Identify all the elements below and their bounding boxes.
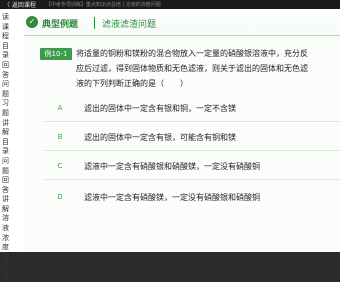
check-icon: ✓ (26, 16, 38, 28)
option-b: B 滤出的固体中一定含有银，可能含有铜和镁 (56, 131, 326, 145)
question-line: 应后过滤，得到固体物质和无色滤液，则关于滤出的固体和无色滤 (76, 64, 308, 73)
slide-title: 典型例题 (42, 20, 79, 30)
divider (44, 179, 340, 180)
option-text: 滤液中一定含有硝酸镁，一定没有硝酸银和硝酸铜 (84, 193, 260, 202)
option-text: 滤出的固体中一定含有银，可能含有铜和镁 (84, 133, 236, 142)
option-label: D (57, 193, 63, 201)
title-bar: 〈 返回课程 【中考专项训练】重点知识点总结 | 溶液的浓度问题 (0, 0, 340, 9)
option-label: B (57, 133, 63, 141)
option-d: D 滤液中一定含有硝酸镁，一定没有硝酸银和硝酸铜 (56, 191, 326, 205)
sidebar-text: 读课程目录回答问题习题讲解目录问题回答讲解溶液浓度题讲课 (2, 13, 9, 281)
header-divider (94, 17, 95, 29)
header-underline (24, 35, 340, 36)
slide-area: ✓ 典型例题 滤液滤渣问题 例10-1 将适量的铜粉和镁粉的混合物放入一定量的硝… (24, 9, 340, 252)
divider (44, 150, 340, 151)
back-button[interactable]: 〈 返回课程 (4, 0, 36, 9)
slide-subtitle: 滤液滤渣问题 (102, 20, 157, 30)
question-line: 液的下列判断正确的是（ ） (76, 79, 188, 88)
option-text: 滤液中一定含有硝酸银和硝酸镁，一定没有硝酸铜 (84, 162, 260, 171)
window-title: 【中考专项训练】重点知识点总结 | 溶液的浓度问题 (45, 2, 161, 8)
option-a: A 滤出的固体中一定含有银和铜，一定不含镁 (56, 102, 326, 116)
slide-header: ✓ 典型例题 滤液滤渣问题 (24, 9, 340, 39)
option-c: C 滤液中一定含有硝酸银和硝酸镁，一定没有硝酸铜 (56, 160, 326, 174)
option-text: 滤出的固体中一定含有银和铜，一定不含镁 (84, 104, 236, 113)
question-line: 将适量的铜粉和镁粉的混合物放入一定量的硝酸银溶液中，充分反 (76, 49, 308, 58)
sidebar: 读课程目录回答问题习题讲解目录问题回答讲解溶液浓度题讲课 (0, 9, 24, 280)
question-badge: 例10-1 (40, 48, 72, 60)
option-label: A (57, 104, 63, 112)
back-label[interactable]: 〈 返回课程 (4, 0, 36, 9)
option-label: C (57, 162, 63, 170)
divider (44, 121, 340, 122)
